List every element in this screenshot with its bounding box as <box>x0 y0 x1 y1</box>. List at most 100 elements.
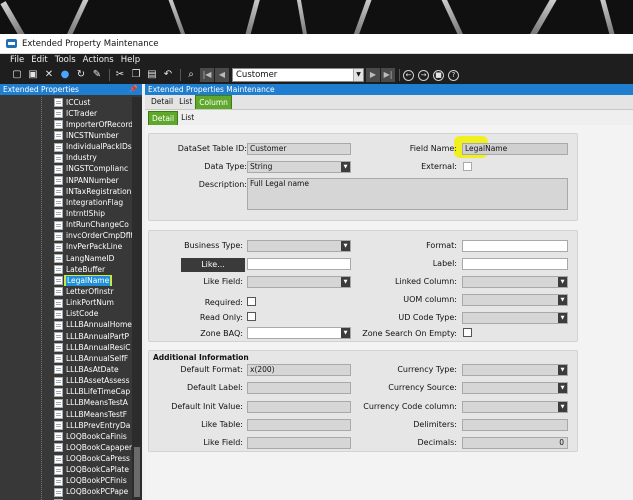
tree-item[interactable]: LLLBAsAtDate <box>0 364 132 375</box>
like-field-input[interactable] <box>247 258 351 270</box>
menu-actions[interactable]: Actions <box>83 55 114 65</box>
first-record-icon[interactable]: |◀ <box>200 68 214 82</box>
default-format-field[interactable]: x(200) <box>247 364 351 376</box>
refresh-icon[interactable]: ↻ <box>74 68 88 82</box>
decimals-field[interactable]: 0 <box>462 437 568 449</box>
tree-item[interactable]: InvPerPackLine <box>0 242 132 253</box>
subtab-detail[interactable]: Detail <box>148 111 179 125</box>
ud-code-type-combo[interactable]: ▼ <box>462 312 568 324</box>
external-checkbox[interactable] <box>463 162 472 171</box>
chevron-down-icon[interactable]: ▼ <box>558 295 567 305</box>
chevron-down-icon[interactable]: ▼ <box>341 328 350 338</box>
tree-item[interactable]: ListCode <box>0 309 132 320</box>
required-checkbox[interactable] <box>247 297 256 306</box>
tab-list[interactable]: List <box>176 95 195 109</box>
tree-item[interactable]: LLLBMeansTestA <box>0 398 132 409</box>
tree-item[interactable]: LOQBookCaFinis <box>0 431 132 442</box>
subtab-list[interactable]: List <box>178 111 197 125</box>
tree-scrollbar[interactable] <box>132 97 142 500</box>
help-icon[interactable]: ? <box>448 69 459 81</box>
tree-item[interactable]: INGSTComplianc <box>0 164 132 175</box>
datatype-combo[interactable]: String ▼ <box>247 161 351 173</box>
tree-item[interactable]: LOQBookCaPlate <box>0 465 132 476</box>
tree-item[interactable]: ICTrader <box>0 108 132 119</box>
pin-icon[interactable]: 📌 <box>129 84 138 95</box>
back-icon[interactable]: ← <box>403 69 414 81</box>
like-field-combo[interactable]: ▼ <box>247 276 351 288</box>
dataset-field[interactable]: Customer <box>247 143 351 155</box>
menu-help[interactable]: Help <box>121 55 140 65</box>
tree-item[interactable]: LOQBookCaPress <box>0 454 132 465</box>
tree-item[interactable]: invcOrderCmpDflt <box>0 231 132 242</box>
menu-edit[interactable]: Edit <box>31 55 47 65</box>
currency-source-combo[interactable]: ▼ <box>462 382 568 394</box>
tree-item[interactable]: Industry <box>0 153 132 164</box>
tree-item[interactable]: IntRunChangeCo <box>0 220 132 231</box>
fieldname-field[interactable]: LegalName <box>462 143 568 155</box>
chevron-down-icon[interactable]: ▼ <box>341 162 350 172</box>
tree-item[interactable]: LLLBAnnualSelfF <box>0 353 132 364</box>
record-combo[interactable]: Customer ▼ <box>232 68 364 82</box>
next-record-icon[interactable]: ▶ <box>366 68 380 82</box>
clear-icon[interactable]: ✎ <box>90 68 104 82</box>
tree-item[interactable]: LOQBookCapaper <box>0 442 132 453</box>
tree-item[interactable]: LangNameID <box>0 253 132 264</box>
menu-tools[interactable]: Tools <box>55 55 76 65</box>
copy-icon[interactable]: ❐ <box>129 68 143 82</box>
uom-column-combo[interactable]: ▼ <box>462 294 568 306</box>
paste-icon[interactable]: ▤ <box>145 68 159 82</box>
tree-item[interactable]: IntrntlShip <box>0 208 132 219</box>
new-icon[interactable]: ▢ <box>10 68 24 82</box>
chevron-down-icon[interactable]: ▼ <box>558 277 567 287</box>
chevron-down-icon[interactable]: ▼ <box>558 402 567 412</box>
tree-item[interactable]: LLLBLifeTimeCap <box>0 387 132 398</box>
tree-item[interactable]: LLLBAssetAssess <box>0 376 132 387</box>
tree-item[interactable]: IntegrationFlag <box>0 197 132 208</box>
tree-item[interactable]: LateBuffer <box>0 264 132 275</box>
tree-item[interactable]: LLLBAnnualHome <box>0 320 132 331</box>
chevron-down-icon[interactable]: ▼ <box>558 365 567 375</box>
tree-item[interactable]: LLLBAnnualResiC <box>0 342 132 353</box>
tree-item[interactable]: LLLBPrevEntryDa <box>0 420 132 431</box>
tree-item[interactable]: LOQBookPCPape <box>0 487 132 498</box>
tree-item[interactable]: LLLBAnnualPartP <box>0 331 132 342</box>
like-button[interactable]: Like... <box>181 258 245 272</box>
tree-item[interactable]: LetterOfInstr <box>0 286 132 297</box>
default-label-field[interactable] <box>247 382 351 394</box>
tree-item[interactable]: ImporterOfRecord <box>0 119 132 130</box>
tree-item[interactable]: INPANNumber <box>0 175 132 186</box>
tree-item[interactable]: IndividualPackIDs <box>0 142 132 153</box>
chevron-down-icon[interactable]: ▼ <box>353 69 363 81</box>
chat-icon[interactable]: ● <box>58 68 72 82</box>
tree-item[interactable]: LinkPortNum <box>0 298 132 309</box>
default-init-field[interactable] <box>247 401 351 413</box>
zone-search-checkbox[interactable] <box>463 328 472 337</box>
tree-item[interactable]: LOQBookPCFinis <box>0 476 132 487</box>
save-icon[interactable]: ▣ <box>26 68 40 82</box>
tree-item[interactable]: LegalName <box>0 275 132 286</box>
chevron-down-icon[interactable]: ▼ <box>558 313 567 323</box>
tree-item[interactable]: INTaxRegistrationI <box>0 186 132 197</box>
undo-icon[interactable]: ↶ <box>161 68 175 82</box>
delimiters-field[interactable] <box>462 419 568 431</box>
currency-type-combo[interactable]: ▼ <box>462 364 568 376</box>
tree-item[interactable]: ICCust <box>0 97 132 108</box>
format-input[interactable] <box>462 240 568 252</box>
currency-code-combo[interactable]: ▼ <box>462 401 568 413</box>
tree-item[interactable]: INCSTNumber <box>0 130 132 141</box>
tab-detail[interactable]: Detail <box>148 95 176 109</box>
prev-record-icon[interactable]: ◀ <box>215 68 229 82</box>
delete-icon[interactable]: ✕ <box>42 68 56 82</box>
cut-icon[interactable]: ✂ <box>113 68 127 82</box>
chevron-down-icon[interactable]: ▼ <box>341 277 350 287</box>
label-input[interactable] <box>462 258 568 270</box>
search-icon[interactable]: ⌕ <box>184 68 198 82</box>
description-field[interactable]: Full Legal name <box>247 178 568 210</box>
business-type-combo[interactable]: ▼ <box>247 240 351 252</box>
read-only-checkbox[interactable] <box>247 312 256 321</box>
additional-like-field[interactable] <box>247 437 351 449</box>
tree-item[interactable]: LLLBMeansTestF <box>0 409 132 420</box>
menu-file[interactable]: File <box>10 55 24 65</box>
last-record-icon[interactable]: ▶| <box>381 68 395 82</box>
linked-column-combo[interactable]: ▼ <box>462 276 568 288</box>
